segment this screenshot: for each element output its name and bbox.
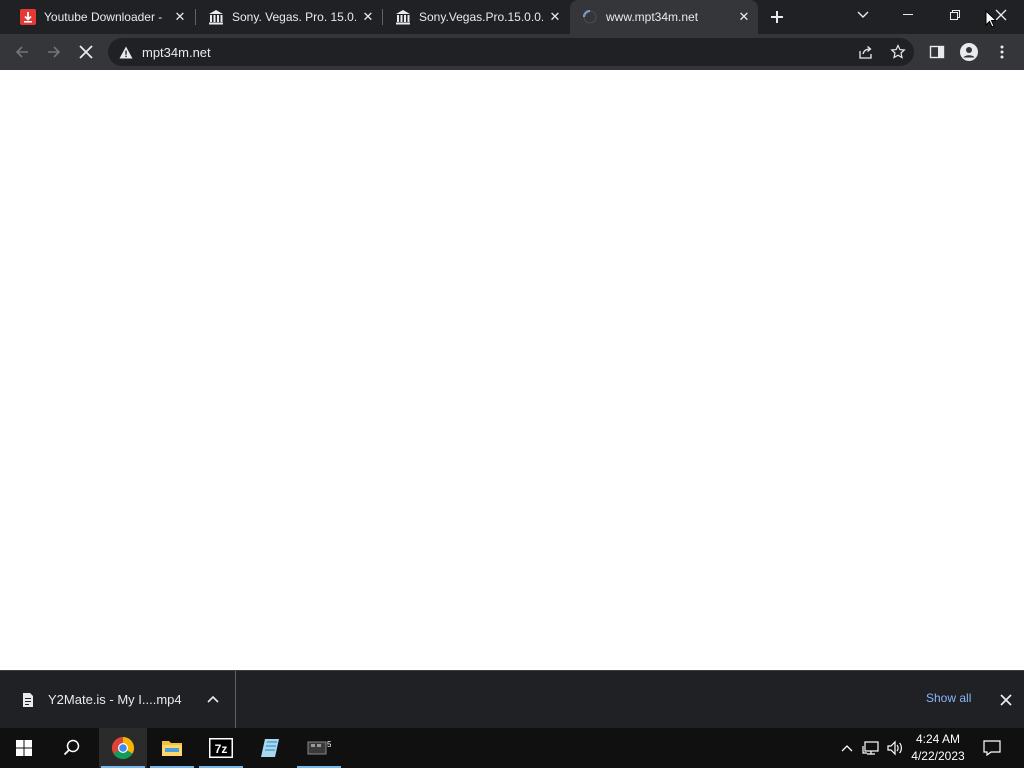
close-icon[interactable]: ✕ [736,9,752,25]
chrome-icon [112,737,134,759]
windows-taskbar: 7z 5 4:24 AM 4/22/2023 [0,728,1024,768]
bookmark-star-icon[interactable] [888,42,908,62]
windows-logo-icon [16,740,32,756]
taskbar-notepad[interactable] [246,728,294,768]
notepad-icon [261,739,279,757]
svg-text:5: 5 [327,740,331,749]
minimize-icon [903,14,913,15]
7zip-icon: 7z [209,738,233,758]
network-icon[interactable] [860,728,882,768]
minimize-button[interactable] [886,0,932,30]
taskbar-media-app[interactable]: 5 [295,728,343,768]
chevron-up-icon [841,745,853,752]
folder-icon [162,741,182,756]
tab-title: Youtube Downloader - [44,10,163,24]
bank-icon [395,9,411,25]
download-filename: Y2Mate.is - My I....mp4 [48,692,182,707]
chevron-up-icon[interactable] [205,691,221,707]
tab-title: www.mpt34m.net [606,10,699,24]
clock-time: 4:24 AM [915,732,961,746]
new-tab-button[interactable] [765,5,789,29]
arrow-right-icon [48,46,61,58]
download-icon [20,9,36,25]
file-icon [23,692,33,707]
close-icon[interactable]: ✕ [360,9,376,25]
forward-button[interactable] [40,38,68,66]
side-panel-button[interactable] [925,40,949,64]
tab-sony-vegas-2[interactable]: Sony.Vegas.Pro.15.0.0.E ✕ [383,0,569,34]
tab-mpt34m[interactable]: www.mpt34m.net ✕ [570,0,758,34]
url-text[interactable]: mpt34m.net [142,45,211,60]
show-hidden-icons-button[interactable] [838,728,856,768]
svg-text:7z: 7z [215,742,228,756]
kebab-menu-icon [1000,45,1004,59]
search-button[interactable] [48,728,96,768]
address-bar[interactable]: mpt34m.net [108,38,914,66]
tab-sony-vegas-1[interactable]: Sony. Vegas. Pro. 15.0.0 ✕ [196,0,382,34]
page-content [0,70,1024,670]
start-button[interactable] [0,728,48,768]
loading-spinner-icon [582,9,598,25]
side-panel-icon [929,45,945,59]
taskbar-chrome[interactable] [99,728,147,768]
close-icon[interactable]: ✕ [172,9,188,25]
plus-icon [771,11,783,23]
volume-icon[interactable] [884,728,906,768]
action-center-button[interactable] [978,728,1006,768]
menu-button[interactable] [990,40,1014,64]
download-shelf: Y2Mate.is - My I....mp4 Show all [0,670,1024,728]
profile-icon [960,43,978,61]
not-secure-warning-icon[interactable] [118,44,134,60]
tab-title: Sony.Vegas.Pro.15.0.0.E [419,10,543,24]
restore-icon [950,10,960,20]
chevron-down-icon [857,11,869,18]
taskbar-7zip[interactable]: 7z [197,728,245,768]
film-icon: 5 [307,740,331,755]
close-icon [79,45,93,59]
bank-icon [208,9,224,25]
share-icon[interactable] [856,42,876,62]
tab-youtube-downloader[interactable]: Youtube Downloader - ✕ [8,0,194,34]
mouse-cursor-icon [985,9,998,33]
search-icon [63,739,80,756]
taskbar-file-explorer[interactable] [148,728,196,768]
tab-search-button[interactable] [840,0,886,30]
tab-strip: Youtube Downloader - ✕ Sony. Vegas. Pro.… [0,0,1024,34]
tab-title: Sony. Vegas. Pro. 15.0.0 [232,10,356,24]
taskbar-clock[interactable]: 4:24 AM 4/22/2023 [906,731,970,765]
show-all-link[interactable]: Show all [926,691,971,705]
profile-button[interactable] [957,40,981,64]
back-button[interactable] [8,38,36,66]
notification-icon [983,740,1001,756]
stop-loading-button[interactable] [72,38,100,66]
browser-toolbar: mpt34m.net [0,34,1024,70]
download-item[interactable]: Y2Mate.is - My I....mp4 [0,671,236,728]
restore-button[interactable] [932,0,978,30]
close-icon [1000,694,1012,706]
arrow-left-icon [15,46,28,58]
close-icon[interactable]: ✕ [547,9,563,25]
clock-date: 4/22/2023 [911,749,965,763]
close-download-shelf-button[interactable] [997,691,1015,709]
